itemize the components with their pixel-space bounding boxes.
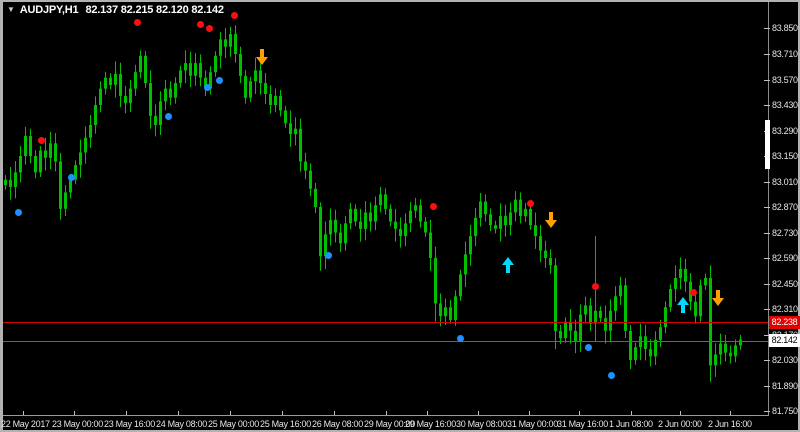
price-axis-label: 82.450 [772,279,798,289]
sell-signal-dot [690,289,697,296]
price-tick [764,360,770,361]
sell-signal-dot [527,200,534,207]
time-tick [386,411,387,415]
sell-signal-dot [197,21,204,28]
sell-signal-dot [206,25,213,32]
price-tick [764,105,770,106]
time-axis-label: 29 May 16:00 [405,419,456,429]
price-axis-label: 82.310 [772,304,798,314]
time-axis-label: 1 Jun 08:00 [609,419,653,429]
price-axis-label: 82.870 [772,202,798,212]
price-axis-label: 82.730 [772,228,798,238]
price-tick [764,309,770,310]
time-tick [334,411,335,415]
time-axis-label: 31 May 00:00 [507,419,558,429]
price-tick [764,28,770,29]
time-tick [478,411,479,415]
up-arrow-signal [502,257,514,273]
time-tick [178,411,179,415]
price-axis-label: 83.850 [772,23,798,33]
price-axis-label: 83.570 [772,75,798,85]
mt4-chart-window: ▼ AUDJPY,H1 82.137 82.215 82.120 82.142 83… [0,0,800,432]
buy-signal-dot [15,209,22,216]
time-tick [427,411,428,415]
time-axis-label: 2 Jun 16:00 [708,419,752,429]
time-axis-line [3,415,769,416]
buy-signal-dot [325,252,332,259]
buy-signal-dot [457,335,464,342]
buy-signal-dot [204,84,211,91]
time-axis-label: 25 May 16:00 [260,419,311,429]
price-axis-label: 82.590 [772,253,798,263]
sell-signal-dot [592,283,599,290]
price-tick [764,386,770,387]
buy-signal-dot [68,174,75,181]
price-axis-label: 83.010 [772,177,798,187]
time-axis-label: 23 May 00:00 [52,419,103,429]
price-axis-line [768,2,769,416]
symbol-dropdown-icon[interactable]: ▼ [7,5,15,14]
buy-signal-dot [608,372,615,379]
time-tick [126,411,127,415]
time-tick [23,411,24,415]
buy-signal-dot [216,77,223,84]
price-axis-label: 81.890 [772,381,798,391]
buy-signal-dot [165,113,172,120]
price-axis-label: 81.750 [772,406,798,416]
time-tick [730,411,731,415]
time-axis-label: 30 May 08:00 [456,419,507,429]
price-tick [764,284,770,285]
price-axis-label: 83.150 [772,151,798,161]
time-axis-label: 25 May 00:00 [208,419,259,429]
sell-signal-dot [430,203,437,210]
price-tick [764,258,770,259]
time-axis-label: 24 May 08:00 [156,419,207,429]
down-arrow-signal [256,49,268,65]
time-tick [74,411,75,415]
price-axis-label: 83.290 [772,126,798,136]
time-tick [680,411,681,415]
price-axis-label: 83.430 [772,100,798,110]
price-tick [764,54,770,55]
chart-title: ▼ AUDJPY,H1 82.137 82.215 82.120 82.142 [7,4,224,16]
price-tick [764,411,770,412]
price-tick [764,207,770,208]
price-axis-highlight-segment [765,120,770,169]
sell-signal-dot [134,19,141,26]
ohlc-values: 82.137 82.215 82.120 82.142 [85,4,224,16]
time-axis-label: 22 May 2017 [1,419,50,429]
price-tick [764,80,770,81]
time-axis-label: 23 May 16:00 [104,419,155,429]
time-tick [631,411,632,415]
time-axis-label: 26 May 08:00 [312,419,363,429]
chart-canvas[interactable] [3,2,798,430]
time-tick [282,411,283,415]
price-axis-label: 83.710 [772,49,798,59]
down-arrow-signal [712,290,724,306]
up-arrow-signal [677,297,689,313]
price-tag-current-bid: 82.142 [769,334,800,347]
sell-signal-dot [231,12,238,19]
time-axis-label: 31 May 16:00 [557,419,608,429]
symbol-timeframe-label: AUDJPY,H1 [19,4,79,16]
price-tick [764,182,770,183]
time-tick [230,411,231,415]
price-tick [764,233,770,234]
time-axis-label: 2 Jun 00:00 [658,419,702,429]
price-tag-red-level: 82.238 [769,316,800,329]
price-axis-label: 82.030 [772,355,798,365]
buy-signal-dot [585,344,592,351]
down-arrow-signal [545,212,557,228]
time-tick [529,411,530,415]
time-tick [579,411,580,415]
sell-signal-dot [38,137,45,144]
